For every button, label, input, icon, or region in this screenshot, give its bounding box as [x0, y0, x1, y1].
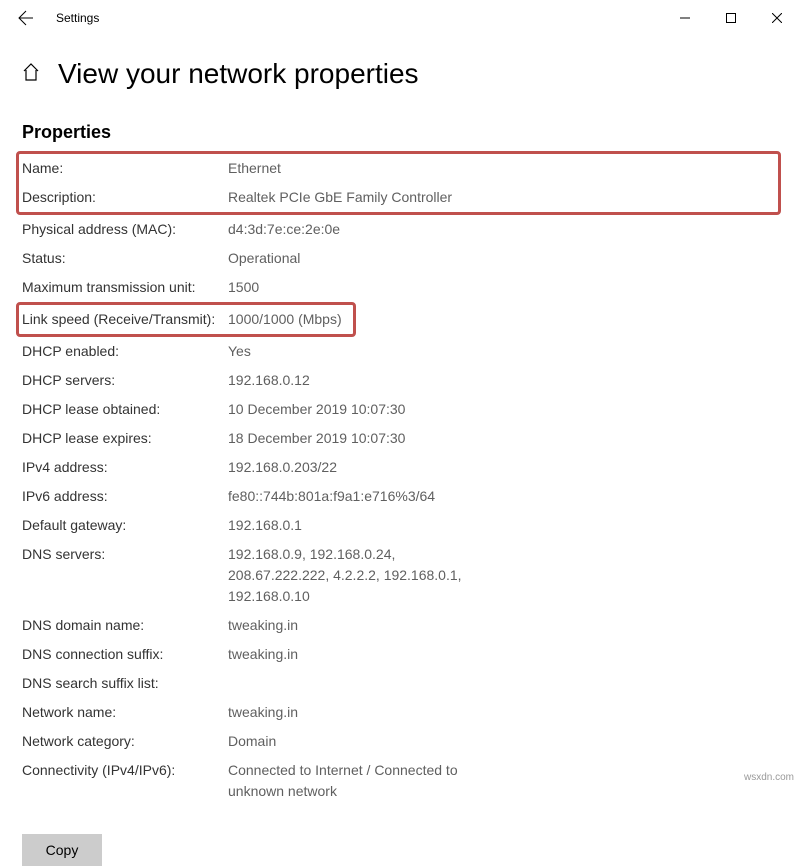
window-title: Settings: [56, 11, 99, 25]
prop-net-cat: Network category: Domain: [22, 727, 778, 756]
prop-value: 10 December 2019 10:07:30: [228, 399, 405, 420]
prop-value: 1000/1000 (Mbps): [228, 309, 342, 330]
prop-dns-search: DNS search suffix list:: [22, 669, 778, 698]
section-title: Properties: [22, 122, 800, 143]
prop-mac: Physical address (MAC): d4:3d:7e:ce:2e:0…: [22, 215, 778, 244]
prop-dhcp-expires: DHCP lease expires: 18 December 2019 10:…: [22, 424, 778, 453]
prop-label: Link speed (Receive/Transmit):: [22, 309, 228, 330]
prop-label: DNS connection suffix:: [22, 644, 228, 665]
prop-label: DNS servers:: [22, 544, 228, 607]
prop-value: Domain: [228, 731, 276, 752]
back-arrow-icon: [18, 10, 34, 26]
watermark: wsxdn.com: [744, 772, 794, 783]
prop-value: 192.168.0.203/22: [228, 457, 337, 478]
prop-status: Status: Operational: [22, 244, 778, 273]
minimize-button[interactable]: [662, 2, 708, 34]
prop-value: tweaking.in: [228, 615, 298, 636]
properties-list: Name: Ethernet Description: Realtek PCIe…: [0, 151, 800, 806]
prop-label: IPv6 address:: [22, 486, 228, 507]
prop-label: Name:: [22, 158, 228, 179]
prop-label: Default gateway:: [22, 515, 228, 536]
prop-label: DNS domain name:: [22, 615, 228, 636]
prop-label: Network name:: [22, 702, 228, 723]
prop-dns-domain: DNS domain name: tweaking.in: [22, 611, 778, 640]
prop-label: DHCP lease expires:: [22, 428, 228, 449]
prop-label: Network category:: [22, 731, 228, 752]
page-header: View your network properties: [0, 36, 800, 100]
prop-link-speed: Link speed (Receive/Transmit): 1000/1000…: [22, 305, 353, 334]
prop-value: Yes: [228, 341, 251, 362]
prop-name: Name: Ethernet: [22, 154, 778, 183]
prop-ipv6: IPv6 address: fe80::744b:801a:f9a1:e716%…: [22, 482, 778, 511]
prop-label: IPv4 address:: [22, 457, 228, 478]
highlight-link-speed: Link speed (Receive/Transmit): 1000/1000…: [16, 302, 356, 337]
prop-label: Maximum transmission unit:: [22, 277, 228, 298]
prop-dns-servers: DNS servers: 192.168.0.9, 192.168.0.24, …: [22, 540, 778, 611]
prop-net-name: Network name: tweaking.in: [22, 698, 778, 727]
prop-value: 1500: [228, 277, 259, 298]
prop-value: Connected to Internet / Connected to unk…: [228, 760, 478, 802]
prop-value: 192.168.0.9, 192.168.0.24, 208.67.222.22…: [228, 544, 478, 607]
maximize-icon: [726, 13, 736, 23]
prop-value: tweaking.in: [228, 702, 298, 723]
page-title: View your network properties: [58, 58, 419, 90]
prop-description: Description: Realtek PCIe GbE Family Con…: [22, 183, 778, 212]
prop-mtu: Maximum transmission unit: 1500: [22, 273, 778, 302]
prop-value: d4:3d:7e:ce:2e:0e: [228, 219, 340, 240]
prop-label: DNS search suffix list:: [22, 673, 228, 694]
prop-value: 18 December 2019 10:07:30: [228, 428, 405, 449]
prop-gateway: Default gateway: 192.168.0.1: [22, 511, 778, 540]
prop-label: DHCP servers:: [22, 370, 228, 391]
prop-label: Physical address (MAC):: [22, 219, 228, 240]
prop-value: 192.168.0.12: [228, 370, 310, 391]
home-icon[interactable]: [22, 63, 40, 86]
prop-value: fe80::744b:801a:f9a1:e716%3/64: [228, 486, 435, 507]
copy-button[interactable]: Copy: [22, 834, 102, 866]
prop-label: DHCP enabled:: [22, 341, 228, 362]
back-button[interactable]: [8, 0, 44, 36]
prop-ipv4: IPv4 address: 192.168.0.203/22: [22, 453, 778, 482]
minimize-icon: [680, 13, 690, 23]
prop-dhcp-servers: DHCP servers: 192.168.0.12: [22, 366, 778, 395]
prop-value: Ethernet: [228, 158, 281, 179]
prop-connectivity: Connectivity (IPv4/IPv6): Connected to I…: [22, 756, 778, 806]
prop-value: 192.168.0.1: [228, 515, 302, 536]
prop-dhcp-obtained: DHCP lease obtained: 10 December 2019 10…: [22, 395, 778, 424]
close-icon: [772, 13, 782, 23]
prop-value: tweaking.in: [228, 644, 298, 665]
prop-value: Realtek PCIe GbE Family Controller: [228, 187, 452, 208]
prop-value: Operational: [228, 248, 300, 269]
prop-dhcp-enabled: DHCP enabled: Yes: [22, 337, 778, 366]
prop-label: Description:: [22, 187, 228, 208]
maximize-button[interactable]: [708, 2, 754, 34]
title-bar: Settings: [0, 0, 800, 36]
window-controls: [662, 2, 800, 34]
prop-dns-suffix: DNS connection suffix: tweaking.in: [22, 640, 778, 669]
close-button[interactable]: [754, 2, 800, 34]
highlight-name-desc: Name: Ethernet Description: Realtek PCIe…: [16, 151, 781, 215]
prop-label: Status:: [22, 248, 228, 269]
prop-label: Connectivity (IPv4/IPv6):: [22, 760, 228, 802]
prop-label: DHCP lease obtained:: [22, 399, 228, 420]
